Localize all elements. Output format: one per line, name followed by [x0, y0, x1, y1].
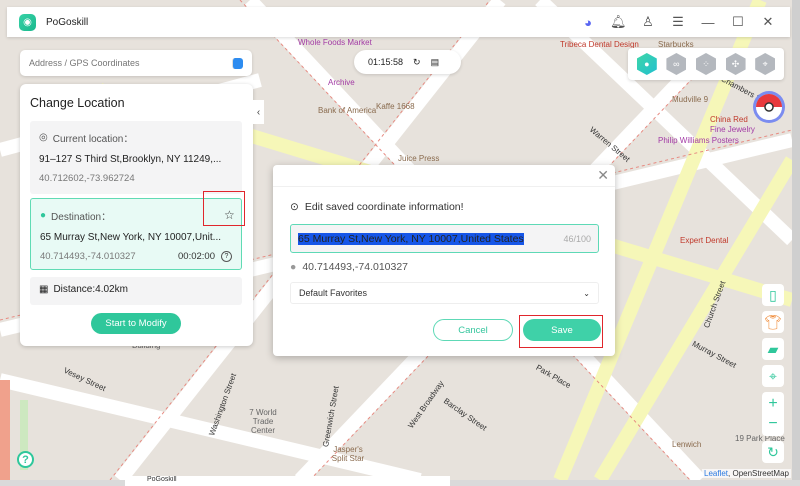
favorites-folder-select[interactable]: Default Favorites ⌄: [290, 282, 599, 304]
refresh-icon[interactable]: ↻: [762, 441, 784, 463]
dialog-message: Edit saved coordinate information!: [304, 201, 464, 213]
shirt-icon[interactable]: 👕︎: [762, 311, 784, 333]
leaflet-link[interactable]: Leaflet: [704, 469, 728, 478]
highlight-box: [203, 191, 245, 226]
help-icon[interactable]: ?: [17, 451, 34, 468]
background-window-title: PoGoskill: [147, 476, 177, 483]
cooldown-timer: 01:15:58 ↻ ▤: [354, 50, 461, 74]
panel-title: Change Location: [30, 96, 125, 110]
background-window[interactable]: PoGoskill: [125, 476, 450, 486]
destination-label: Destination：: [51, 212, 112, 223]
app-title: PoGoskill: [46, 16, 89, 28]
discord-icon[interactable]: ◕: [580, 15, 596, 30]
coords-pin-icon: ●: [290, 261, 297, 273]
map-attribution: Leaflet, OpenStreetMap: [702, 469, 791, 478]
dialog-close-icon[interactable]: ✕: [597, 167, 609, 184]
map-label: Tribeca Dental Design: [560, 40, 639, 49]
map-label: Mudville 9: [672, 95, 709, 104]
destination-address: 65 Murray St,New York, NY 10007,Unit...: [40, 232, 222, 243]
map-label: Bank of America: [318, 106, 377, 115]
map-label: Philip Williams Posters: [658, 136, 739, 145]
search-icon[interactable]: [232, 57, 243, 69]
current-location-label: Current location：: [52, 134, 134, 145]
map-label: Fine Jewelry: [710, 125, 755, 134]
reset-icon[interactable]: ↻: [413, 57, 421, 68]
two-spot-mode-icon[interactable]: ∞: [666, 53, 687, 75]
current-coords: 40.712602,-73.962724: [39, 173, 135, 184]
right-toolbar: ▯ 👕︎ ▰ ⌖ + − ↻: [762, 284, 784, 463]
dialog-coords: 40.714493,-74.010327: [302, 261, 409, 273]
map-label: Juice Press: [398, 154, 440, 163]
timer-value: 01:15:58: [368, 57, 404, 67]
mode-toolbar: ● ∞ ⁘ ✣ ⌖: [628, 48, 784, 80]
destination-coords: 40.714493,-74.010327: [40, 251, 136, 262]
start-to-modify-button[interactable]: Start to Modify: [91, 313, 181, 334]
pokeball-icon[interactable]: [756, 94, 782, 120]
teleport-mode-icon[interactable]: ●: [636, 53, 657, 75]
bell-icon[interactable]: 🔔︎: [610, 14, 627, 30]
map-label: Lenwich: [672, 440, 702, 449]
map-label: Whole Foods Market: [298, 38, 372, 47]
multi-spot-mode-icon[interactable]: ⁘: [695, 53, 716, 75]
cancel-button[interactable]: Cancel: [433, 319, 513, 341]
menu-icon[interactable]: ☰: [670, 14, 686, 30]
distance-text: Distance:4.02km: [53, 284, 128, 295]
edit-favorite-dialog: ✕ ⊙ Edit saved coordinate information! 65…: [273, 165, 615, 356]
char-count: 46/100: [563, 233, 591, 244]
map-label: Expert Dental: [680, 236, 729, 245]
distance-icon: ▦: [39, 284, 49, 295]
map-label: Kaffe 1668: [376, 102, 415, 111]
location-pin-icon: ●: [40, 210, 47, 221]
distance-card: ▦ Distance:4.02km: [30, 277, 242, 305]
locate-icon[interactable]: ⌖: [762, 365, 784, 387]
chevron-down-icon: ⌄: [583, 288, 590, 298]
osm-link[interactable]: OpenStreetMap: [732, 469, 788, 478]
highlight-box: [519, 315, 603, 348]
collapse-panel-button[interactable]: ‹: [253, 100, 264, 124]
zoom-in-icon[interactable]: + −: [762, 392, 784, 436]
device-icon[interactable]: ▯: [762, 284, 784, 306]
favorite-name-input[interactable]: 65 Murray St,New York, NY 10007,United S…: [290, 224, 599, 253]
help-icon[interactable]: ?: [221, 251, 232, 262]
change-location-panel: Change Location ◎ Current location： 91–12…: [20, 84, 253, 346]
current-address: 91–127 S Third St,Brooklyn, NY 11249,...: [39, 154, 222, 165]
map-label: China Red: [710, 115, 748, 124]
history-icon[interactable]: ▤: [431, 57, 440, 68]
maximize-icon[interactable]: ☐: [730, 14, 746, 30]
favorite-name-value: 65 Murray St,New York, NY 10007,United S…: [298, 232, 524, 245]
jump-teleport-mode-icon[interactable]: ⌖: [755, 53, 776, 75]
target-icon: ◎: [39, 132, 48, 143]
app-logo-icon: ◉: [19, 13, 36, 31]
map-label: Jasper's Split Star: [331, 445, 365, 463]
folder-value: Default Favorites: [299, 288, 368, 298]
current-location-card: ◎ Current location： 91–127 S Third St,Bro…: [30, 121, 242, 194]
map-label: Archive: [328, 78, 355, 87]
minimize-icon[interactable]: —: [700, 15, 716, 30]
user-icon[interactable]: ♙: [640, 14, 656, 30]
favorites-folder-icon[interactable]: ▰: [762, 338, 784, 360]
destination-time: 00:02:00: [178, 251, 215, 262]
map-label: 7 World Trade Center: [249, 408, 277, 435]
joystick-mode-icon[interactable]: ✣: [725, 53, 746, 75]
close-icon[interactable]: ✕: [760, 14, 776, 30]
search-input[interactable]: [29, 58, 219, 68]
search-bar: [20, 50, 252, 76]
location-pin-icon: ⊙: [290, 201, 299, 213]
title-bar: ◉ PoGoskill ◕ 🔔︎ ♙ ☰ — ☐ ✕: [7, 7, 790, 37]
